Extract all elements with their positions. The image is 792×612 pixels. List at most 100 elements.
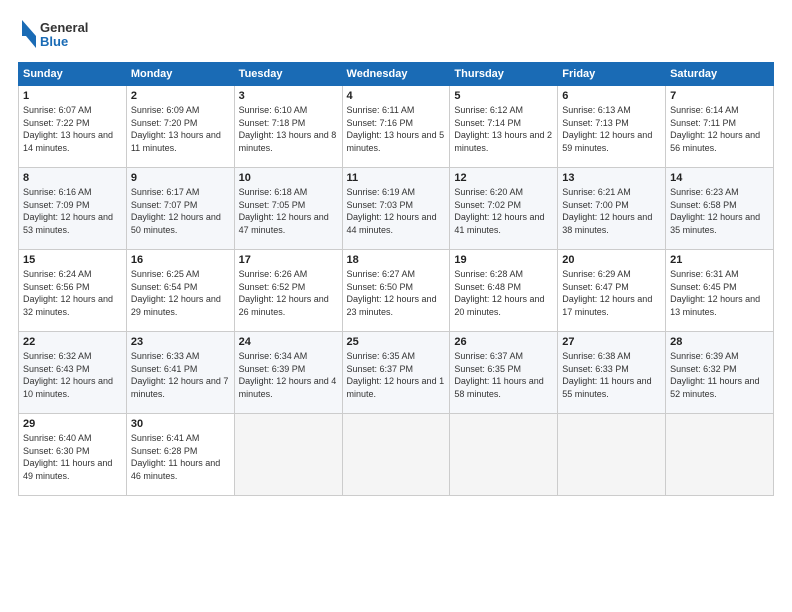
calendar-week-row: 15 Sunrise: 6:24 AM Sunset: 6:56 PM Dayl… [19, 250, 774, 332]
calendar-week-row: 22 Sunrise: 6:32 AM Sunset: 6:43 PM Dayl… [19, 332, 774, 414]
sunset-label: Sunset: 7:20 PM [131, 118, 198, 128]
daylight-label: Daylight: 12 hours and 17 minutes. [562, 294, 652, 317]
table-row: 9 Sunrise: 6:17 AM Sunset: 7:07 PM Dayli… [126, 168, 234, 250]
day-info: Sunrise: 6:39 AM Sunset: 6:32 PM Dayligh… [670, 350, 769, 400]
day-number: 22 [23, 336, 122, 348]
sunset-label: Sunset: 7:03 PM [347, 200, 414, 210]
sunset-label: Sunset: 6:28 PM [131, 446, 198, 456]
daylight-label: Daylight: 12 hours and 7 minutes. [131, 376, 229, 399]
sunset-label: Sunset: 6:48 PM [454, 282, 521, 292]
day-info: Sunrise: 6:29 AM Sunset: 6:47 PM Dayligh… [562, 268, 661, 318]
day-info: Sunrise: 6:13 AM Sunset: 7:13 PM Dayligh… [562, 104, 661, 154]
day-info: Sunrise: 6:20 AM Sunset: 7:02 PM Dayligh… [454, 186, 553, 236]
table-row: 7 Sunrise: 6:14 AM Sunset: 7:11 PM Dayli… [666, 86, 774, 168]
daylight-label: Daylight: 13 hours and 8 minutes. [239, 130, 337, 153]
sunrise-label: Sunrise: 6:26 AM [239, 269, 308, 279]
daylight-label: Daylight: 11 hours and 46 minutes. [131, 458, 220, 481]
table-row: 15 Sunrise: 6:24 AM Sunset: 6:56 PM Dayl… [19, 250, 127, 332]
table-row [342, 414, 450, 496]
day-info: Sunrise: 6:21 AM Sunset: 7:00 PM Dayligh… [562, 186, 661, 236]
table-row: 10 Sunrise: 6:18 AM Sunset: 7:05 PM Dayl… [234, 168, 342, 250]
day-number: 16 [131, 254, 230, 266]
sunrise-label: Sunrise: 6:35 AM [347, 351, 416, 361]
col-monday: Monday [126, 63, 234, 86]
sunset-label: Sunset: 7:18 PM [239, 118, 306, 128]
sunrise-label: Sunrise: 6:14 AM [670, 105, 739, 115]
day-number: 21 [670, 254, 769, 266]
sunrise-label: Sunrise: 6:29 AM [562, 269, 631, 279]
daylight-label: Daylight: 12 hours and 56 minutes. [670, 130, 760, 153]
day-number: 30 [131, 418, 230, 430]
sunset-label: Sunset: 6:37 PM [347, 364, 414, 374]
sunrise-label: Sunrise: 6:19 AM [347, 187, 416, 197]
day-number: 15 [23, 254, 122, 266]
table-row: 13 Sunrise: 6:21 AM Sunset: 7:00 PM Dayl… [558, 168, 666, 250]
sunset-label: Sunset: 6:43 PM [23, 364, 90, 374]
sunrise-label: Sunrise: 6:17 AM [131, 187, 200, 197]
day-info: Sunrise: 6:11 AM Sunset: 7:16 PM Dayligh… [347, 104, 446, 154]
sunset-label: Sunset: 6:30 PM [23, 446, 90, 456]
page: General Blue Sunday Monday Tuesday Wedne… [0, 0, 792, 612]
table-row [450, 414, 558, 496]
calendar-week-row: 8 Sunrise: 6:16 AM Sunset: 7:09 PM Dayli… [19, 168, 774, 250]
svg-text:General: General [40, 20, 88, 35]
day-info: Sunrise: 6:23 AM Sunset: 6:58 PM Dayligh… [670, 186, 769, 236]
daylight-label: Daylight: 12 hours and 13 minutes. [670, 294, 760, 317]
table-row: 27 Sunrise: 6:38 AM Sunset: 6:33 PM Dayl… [558, 332, 666, 414]
daylight-label: Daylight: 13 hours and 11 minutes. [131, 130, 221, 153]
day-number: 23 [131, 336, 230, 348]
calendar-header-row: Sunday Monday Tuesday Wednesday Thursday… [19, 63, 774, 86]
daylight-label: Daylight: 12 hours and 23 minutes. [347, 294, 437, 317]
table-row: 23 Sunrise: 6:33 AM Sunset: 6:41 PM Dayl… [126, 332, 234, 414]
sunrise-label: Sunrise: 6:37 AM [454, 351, 523, 361]
table-row: 26 Sunrise: 6:37 AM Sunset: 6:35 PM Dayl… [450, 332, 558, 414]
day-info: Sunrise: 6:16 AM Sunset: 7:09 PM Dayligh… [23, 186, 122, 236]
table-row: 30 Sunrise: 6:41 AM Sunset: 6:28 PM Dayl… [126, 414, 234, 496]
daylight-label: Daylight: 12 hours and 59 minutes. [562, 130, 652, 153]
sunset-label: Sunset: 7:22 PM [23, 118, 90, 128]
sunrise-label: Sunrise: 6:20 AM [454, 187, 523, 197]
sunrise-label: Sunrise: 6:38 AM [562, 351, 631, 361]
sunset-label: Sunset: 6:33 PM [562, 364, 629, 374]
sunrise-label: Sunrise: 6:33 AM [131, 351, 200, 361]
table-row: 16 Sunrise: 6:25 AM Sunset: 6:54 PM Dayl… [126, 250, 234, 332]
sunset-label: Sunset: 7:02 PM [454, 200, 521, 210]
sunset-label: Sunset: 6:41 PM [131, 364, 198, 374]
day-number: 3 [239, 90, 338, 102]
sunrise-label: Sunrise: 6:16 AM [23, 187, 92, 197]
daylight-label: Daylight: 11 hours and 49 minutes. [23, 458, 112, 481]
daylight-label: Daylight: 12 hours and 47 minutes. [239, 212, 329, 235]
sunset-label: Sunset: 6:54 PM [131, 282, 198, 292]
sunset-label: Sunset: 7:11 PM [670, 118, 736, 128]
day-number: 12 [454, 172, 553, 184]
day-info: Sunrise: 6:24 AM Sunset: 6:56 PM Dayligh… [23, 268, 122, 318]
table-row: 5 Sunrise: 6:12 AM Sunset: 7:14 PM Dayli… [450, 86, 558, 168]
day-number: 1 [23, 90, 122, 102]
table-row [234, 414, 342, 496]
sunrise-label: Sunrise: 6:23 AM [670, 187, 739, 197]
day-number: 13 [562, 172, 661, 184]
day-number: 26 [454, 336, 553, 348]
sunrise-label: Sunrise: 6:41 AM [131, 433, 200, 443]
table-row: 24 Sunrise: 6:34 AM Sunset: 6:39 PM Dayl… [234, 332, 342, 414]
day-info: Sunrise: 6:09 AM Sunset: 7:20 PM Dayligh… [131, 104, 230, 154]
table-row: 29 Sunrise: 6:40 AM Sunset: 6:30 PM Dayl… [19, 414, 127, 496]
day-info: Sunrise: 6:25 AM Sunset: 6:54 PM Dayligh… [131, 268, 230, 318]
sunset-label: Sunset: 7:14 PM [454, 118, 521, 128]
table-row: 21 Sunrise: 6:31 AM Sunset: 6:45 PM Dayl… [666, 250, 774, 332]
table-row: 1 Sunrise: 6:07 AM Sunset: 7:22 PM Dayli… [19, 86, 127, 168]
logo-svg: General Blue [18, 18, 98, 54]
day-info: Sunrise: 6:12 AM Sunset: 7:14 PM Dayligh… [454, 104, 553, 154]
day-info: Sunrise: 6:40 AM Sunset: 6:30 PM Dayligh… [23, 432, 122, 482]
daylight-label: Daylight: 12 hours and 50 minutes. [131, 212, 221, 235]
day-number: 9 [131, 172, 230, 184]
sunset-label: Sunset: 7:00 PM [562, 200, 629, 210]
daylight-label: Daylight: 12 hours and 4 minutes. [239, 376, 337, 399]
day-number: 8 [23, 172, 122, 184]
day-number: 17 [239, 254, 338, 266]
table-row: 11 Sunrise: 6:19 AM Sunset: 7:03 PM Dayl… [342, 168, 450, 250]
svg-text:Blue: Blue [40, 34, 68, 49]
sunrise-label: Sunrise: 6:10 AM [239, 105, 308, 115]
sunrise-label: Sunrise: 6:09 AM [131, 105, 200, 115]
table-row: 2 Sunrise: 6:09 AM Sunset: 7:20 PM Dayli… [126, 86, 234, 168]
